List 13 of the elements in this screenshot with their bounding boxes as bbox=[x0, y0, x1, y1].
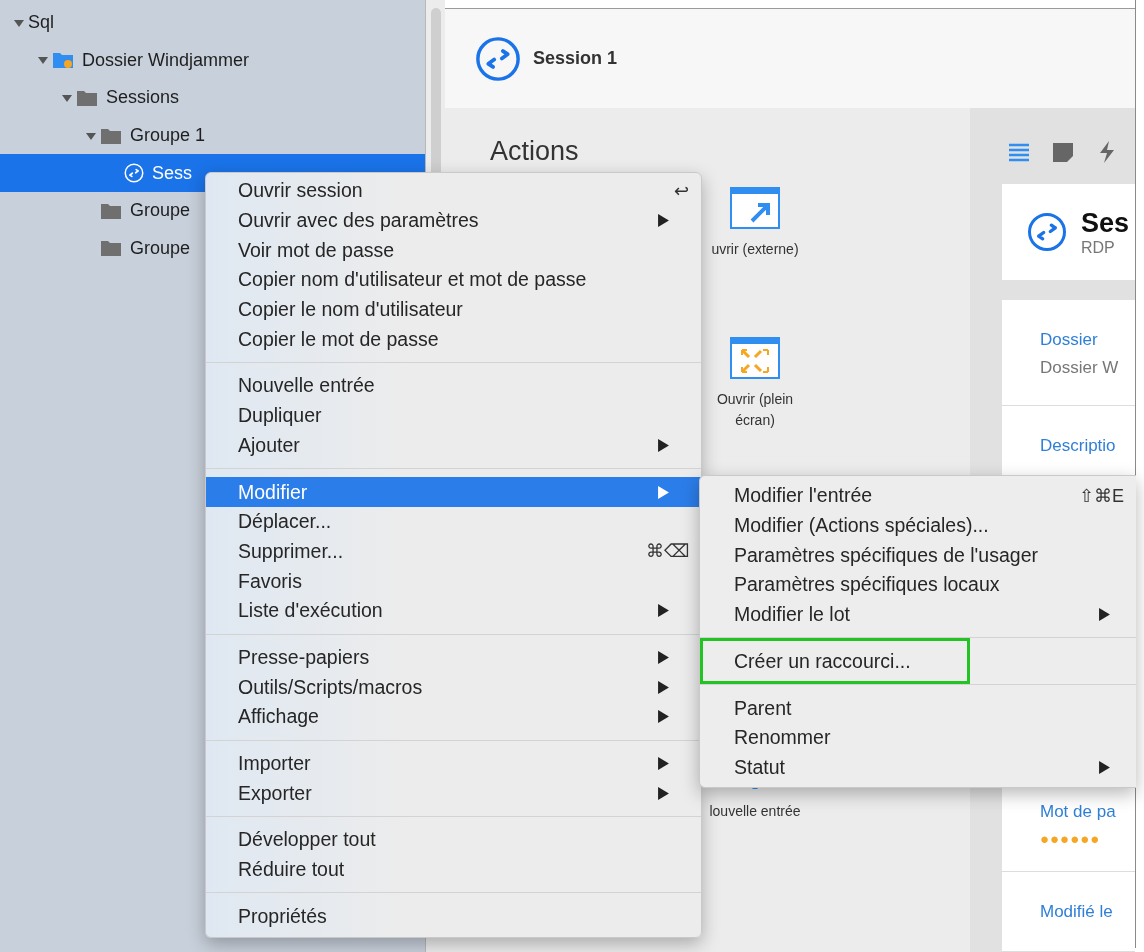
masked-password: ●●●●●● bbox=[1040, 830, 1102, 847]
session-title: Session 1 bbox=[533, 48, 618, 69]
field-label: Mot de pa bbox=[1040, 802, 1117, 822]
entry-type: RDP bbox=[1081, 238, 1116, 257]
entry-title: Ses bbox=[1081, 207, 1130, 239]
shortcut-label: ↩ bbox=[674, 179, 689, 202]
panel-title: Actions bbox=[490, 136, 580, 167]
field-label: Descriptio bbox=[1040, 436, 1117, 456]
field-value: Dossier W bbox=[1040, 358, 1120, 378]
shortcut-label: ⇧⌘E bbox=[1079, 484, 1124, 507]
field-label: Modifié le bbox=[1040, 902, 1114, 922]
field-label: Dossier bbox=[1040, 330, 1099, 350]
shortcut-label: ⌘⌫ bbox=[646, 540, 689, 563]
